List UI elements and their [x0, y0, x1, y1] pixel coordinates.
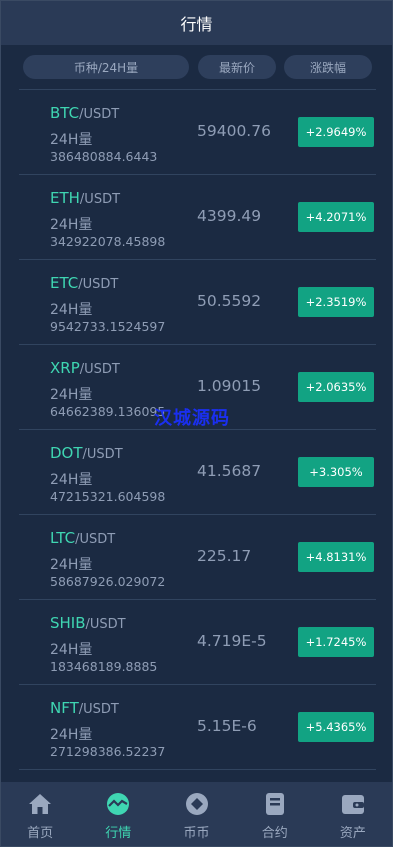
volume-value: 183468189.8885 — [50, 659, 158, 674]
tab-coin[interactable]: 币币 — [157, 782, 235, 846]
tab-assets[interactable]: 资产 — [314, 782, 392, 846]
volume-label: 24H量 — [50, 387, 93, 403]
quote-symbol: /USDT — [85, 617, 126, 632]
market-row[interactable]: ETH/USDT 24H量 342922078.45898 4399.49 +4… — [19, 174, 376, 259]
volume-label: 24H量 — [50, 557, 93, 573]
market-row[interactable]: LTC/USDT 24H量 58687926.029072 225.17 +4.… — [19, 514, 376, 599]
volume-value: 9542733.1524597 — [50, 319, 166, 334]
tab-label: 资产 — [339, 826, 366, 841]
base-symbol: LTC — [50, 529, 76, 547]
market-row[interactable]: SHIB/USDT 24H量 183468189.8885 4.719E-5 +… — [19, 599, 376, 684]
pair-name: NFT/USDT — [50, 699, 119, 717]
volume-label: 24H量 — [50, 217, 93, 233]
change-badge: +5.4365% — [298, 712, 374, 742]
volume-value: 64662389.136095 — [50, 404, 166, 419]
watermark-text: 汉城源码 — [154, 408, 230, 429]
volume-label: 24H量 — [50, 727, 93, 743]
base-symbol: ETH — [50, 189, 80, 207]
last-price: 225.17 — [197, 547, 252, 565]
pair-name: XRP/USDT — [50, 359, 120, 377]
market-row[interactable]: ETC/USDT 24H量 9542733.1524597 50.5592 +2… — [19, 259, 376, 344]
base-symbol: ETC — [50, 274, 79, 292]
market-icon — [106, 792, 130, 820]
coin-icon — [185, 792, 209, 820]
column-header-pair[interactable]: 币种/24H量 — [23, 55, 189, 79]
volume-value: 342922078.45898 — [50, 234, 166, 249]
base-symbol: BTC — [50, 104, 80, 122]
bottom-tab-bar: 首页 行情 币币 合约 资产 — [1, 782, 392, 846]
pair-name: ETC/USDT — [50, 274, 118, 292]
change-badge: +2.0635% — [298, 372, 374, 402]
tab-label: 首页 — [27, 826, 54, 841]
change-badge: +2.9649% — [298, 117, 374, 147]
last-price: 5.15E-6 — [197, 717, 257, 735]
wallet-icon — [341, 792, 365, 820]
volume-value: 47215321.604598 — [50, 489, 166, 504]
tab-home[interactable]: 首页 — [1, 782, 79, 846]
base-symbol: XRP — [50, 359, 80, 377]
volume-value: 386480884.6443 — [50, 149, 158, 164]
base-symbol: DOT — [50, 444, 83, 462]
column-header-price[interactable]: 最新价 — [198, 55, 276, 79]
pair-name: BTC/USDT — [50, 104, 119, 122]
tab-label: 合约 — [261, 826, 288, 841]
quote-symbol: /USDT — [79, 362, 120, 377]
pair-name: SHIB/USDT — [50, 614, 126, 632]
market-row[interactable]: DOT/USDT 24H量 47215321.604598 41.5687 +3… — [19, 429, 376, 514]
change-badge: +4.2071% — [298, 202, 374, 232]
top-bar: 行情 — [1, 1, 392, 45]
quote-symbol: /USDT — [78, 702, 119, 717]
quote-symbol: /USDT — [82, 447, 123, 462]
last-price: 59400.76 — [197, 122, 271, 140]
market-row[interactable]: BTC/USDT 24H量 386480884.6443 59400.76 +2… — [19, 89, 376, 174]
pair-name: LTC/USDT — [50, 529, 115, 547]
volume-label: 24H量 — [50, 132, 93, 148]
tab-market[interactable]: 行情 — [79, 782, 157, 846]
last-price: 1.09015 — [197, 377, 262, 395]
change-badge: +4.8131% — [298, 542, 374, 572]
base-symbol: NFT — [50, 699, 79, 717]
quote-symbol: /USDT — [79, 192, 121, 207]
tab-label: 币币 — [183, 826, 210, 841]
quote-symbol: /USDT — [75, 532, 116, 547]
column-header-change[interactable]: 涨跌幅 — [284, 55, 372, 79]
contract-icon — [263, 792, 287, 820]
pair-name: ETH/USDT — [50, 189, 120, 207]
app-frame: 行情 币种/24H量 最新价 涨跌幅 BTC/USDT 24H量 3864808… — [0, 0, 393, 847]
tab-contract[interactable]: 合约 — [236, 782, 314, 846]
last-price: 50.5592 — [197, 292, 262, 310]
volume-label: 24H量 — [50, 302, 93, 318]
last-price: 4.719E-5 — [197, 632, 267, 650]
page-title: 行情 — [180, 15, 213, 34]
change-badge: +1.7245% — [298, 627, 374, 657]
quote-symbol: /USDT — [78, 277, 119, 292]
last-price: 4399.49 — [197, 207, 262, 225]
change-badge: +2.3519% — [298, 287, 374, 317]
home-icon — [28, 792, 52, 820]
change-badge: +3.305% — [298, 457, 374, 487]
volume-value: 58687926.029072 — [50, 574, 166, 589]
pair-name: DOT/USDT — [50, 444, 123, 462]
base-symbol: SHIB — [50, 614, 86, 632]
last-price: 41.5687 — [197, 462, 262, 480]
quote-symbol: /USDT — [79, 107, 120, 122]
tab-label: 行情 — [105, 826, 132, 841]
volume-label: 24H量 — [50, 642, 93, 658]
volume-label: 24H量 — [50, 472, 93, 488]
volume-value: 271298386.52237 — [50, 744, 166, 759]
market-row[interactable]: NFT/USDT 24H量 271298386.52237 5.15E-6 +5… — [19, 684, 376, 770]
